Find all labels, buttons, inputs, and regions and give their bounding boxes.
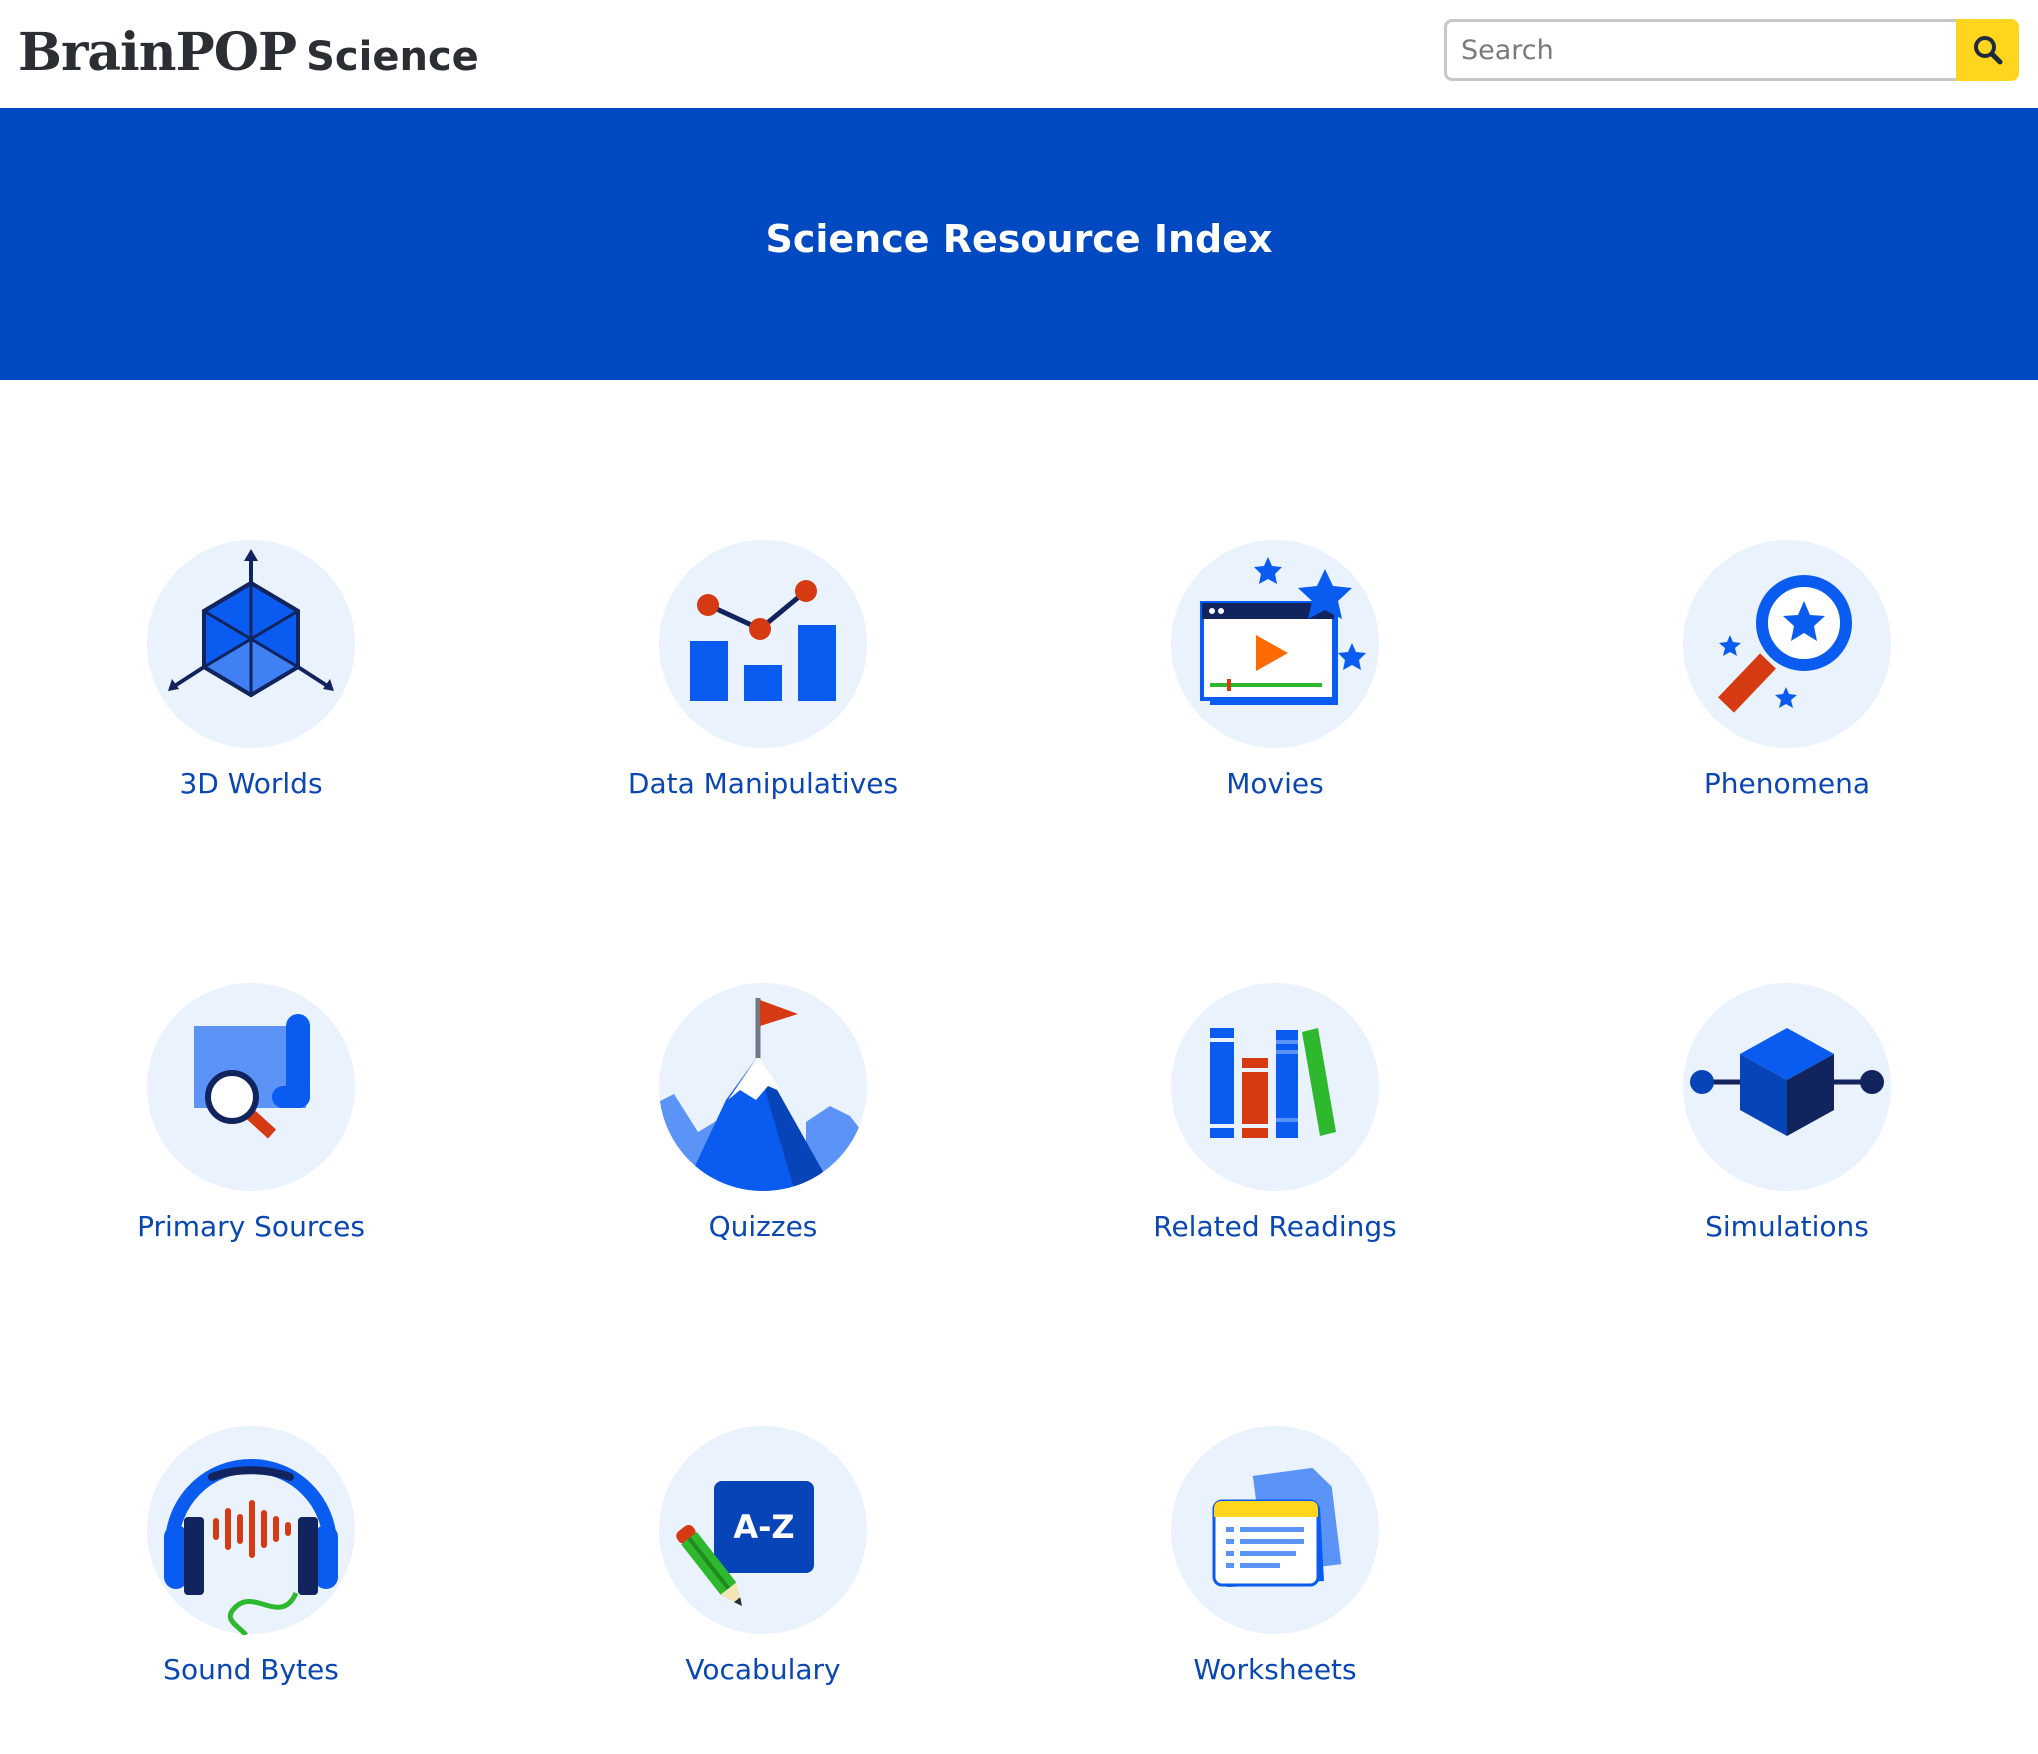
resource-tile-worksheets[interactable]: Worksheets [1065, 1425, 1485, 1686]
brainpop-science-logo[interactable]: BrainPOP Science [18, 22, 479, 83]
quizzes-icon [659, 983, 867, 1191]
search-input[interactable] [1444, 19, 1956, 81]
resource-label: Phenomena [1703, 767, 1871, 800]
resource-label: Quizzes [708, 1210, 818, 1243]
resource-tile-primary-sources[interactable]: Primary Sources [41, 982, 461, 1243]
resource-tile-3d-worlds[interactable]: 3D Worlds [41, 539, 461, 800]
resource-tile-phenomena[interactable]: Phenomena [1577, 539, 1997, 800]
3d-worlds-icon [147, 540, 355, 748]
resource-label: Worksheets [1193, 1653, 1357, 1686]
vocabulary-icon: A-Z [659, 1426, 867, 1634]
resource-label: Data Manipulatives [627, 767, 899, 800]
simulations-icon [1683, 983, 1891, 1191]
resource-tile-vocabulary[interactable]: A-Z Vocabulary [553, 1425, 973, 1686]
resource-tile-data-manipulatives[interactable]: Data Manipulatives [553, 539, 973, 800]
resource-label: Sound Bytes [163, 1653, 339, 1686]
search-box [1444, 19, 2019, 81]
vocabulary-badge-text: A-Z [733, 1508, 794, 1546]
related-readings-icon [1171, 983, 1379, 1191]
resource-label: Primary Sources [137, 1210, 365, 1243]
hero-banner: Science Resource Index [0, 108, 2038, 380]
resource-tile-simulations[interactable]: Simulations [1577, 982, 1997, 1243]
logo-product-text: Science [306, 34, 479, 80]
data-manipulatives-icon [659, 540, 867, 748]
primary-sources-icon [147, 983, 355, 1191]
resource-label: Simulations [1705, 1210, 1869, 1243]
top-bar: BrainPOP Science [0, 0, 2038, 108]
page-title: Science Resource Index [765, 217, 1273, 261]
resource-label: Movies [1226, 767, 1324, 800]
resource-label: Vocabulary [685, 1653, 841, 1686]
resource-tile-related-readings[interactable]: Related Readings [1065, 982, 1485, 1243]
search-icon [1974, 36, 2003, 65]
logo-brand-text: BrainPOP [18, 22, 297, 83]
resource-label: Related Readings [1153, 1210, 1397, 1243]
search-button[interactable] [1956, 19, 2019, 81]
resource-tile-sound-bytes[interactable]: Sound Bytes [41, 1425, 461, 1686]
movies-icon [1171, 540, 1379, 748]
resource-label: 3D Worlds [179, 767, 323, 800]
phenomena-icon [1683, 540, 1891, 748]
resource-tile-movies[interactable]: Movies [1065, 539, 1485, 800]
worksheets-icon [1171, 1426, 1379, 1634]
resource-tile-quizzes[interactable]: Quizzes [553, 982, 973, 1243]
sound-bytes-icon [147, 1426, 355, 1635]
